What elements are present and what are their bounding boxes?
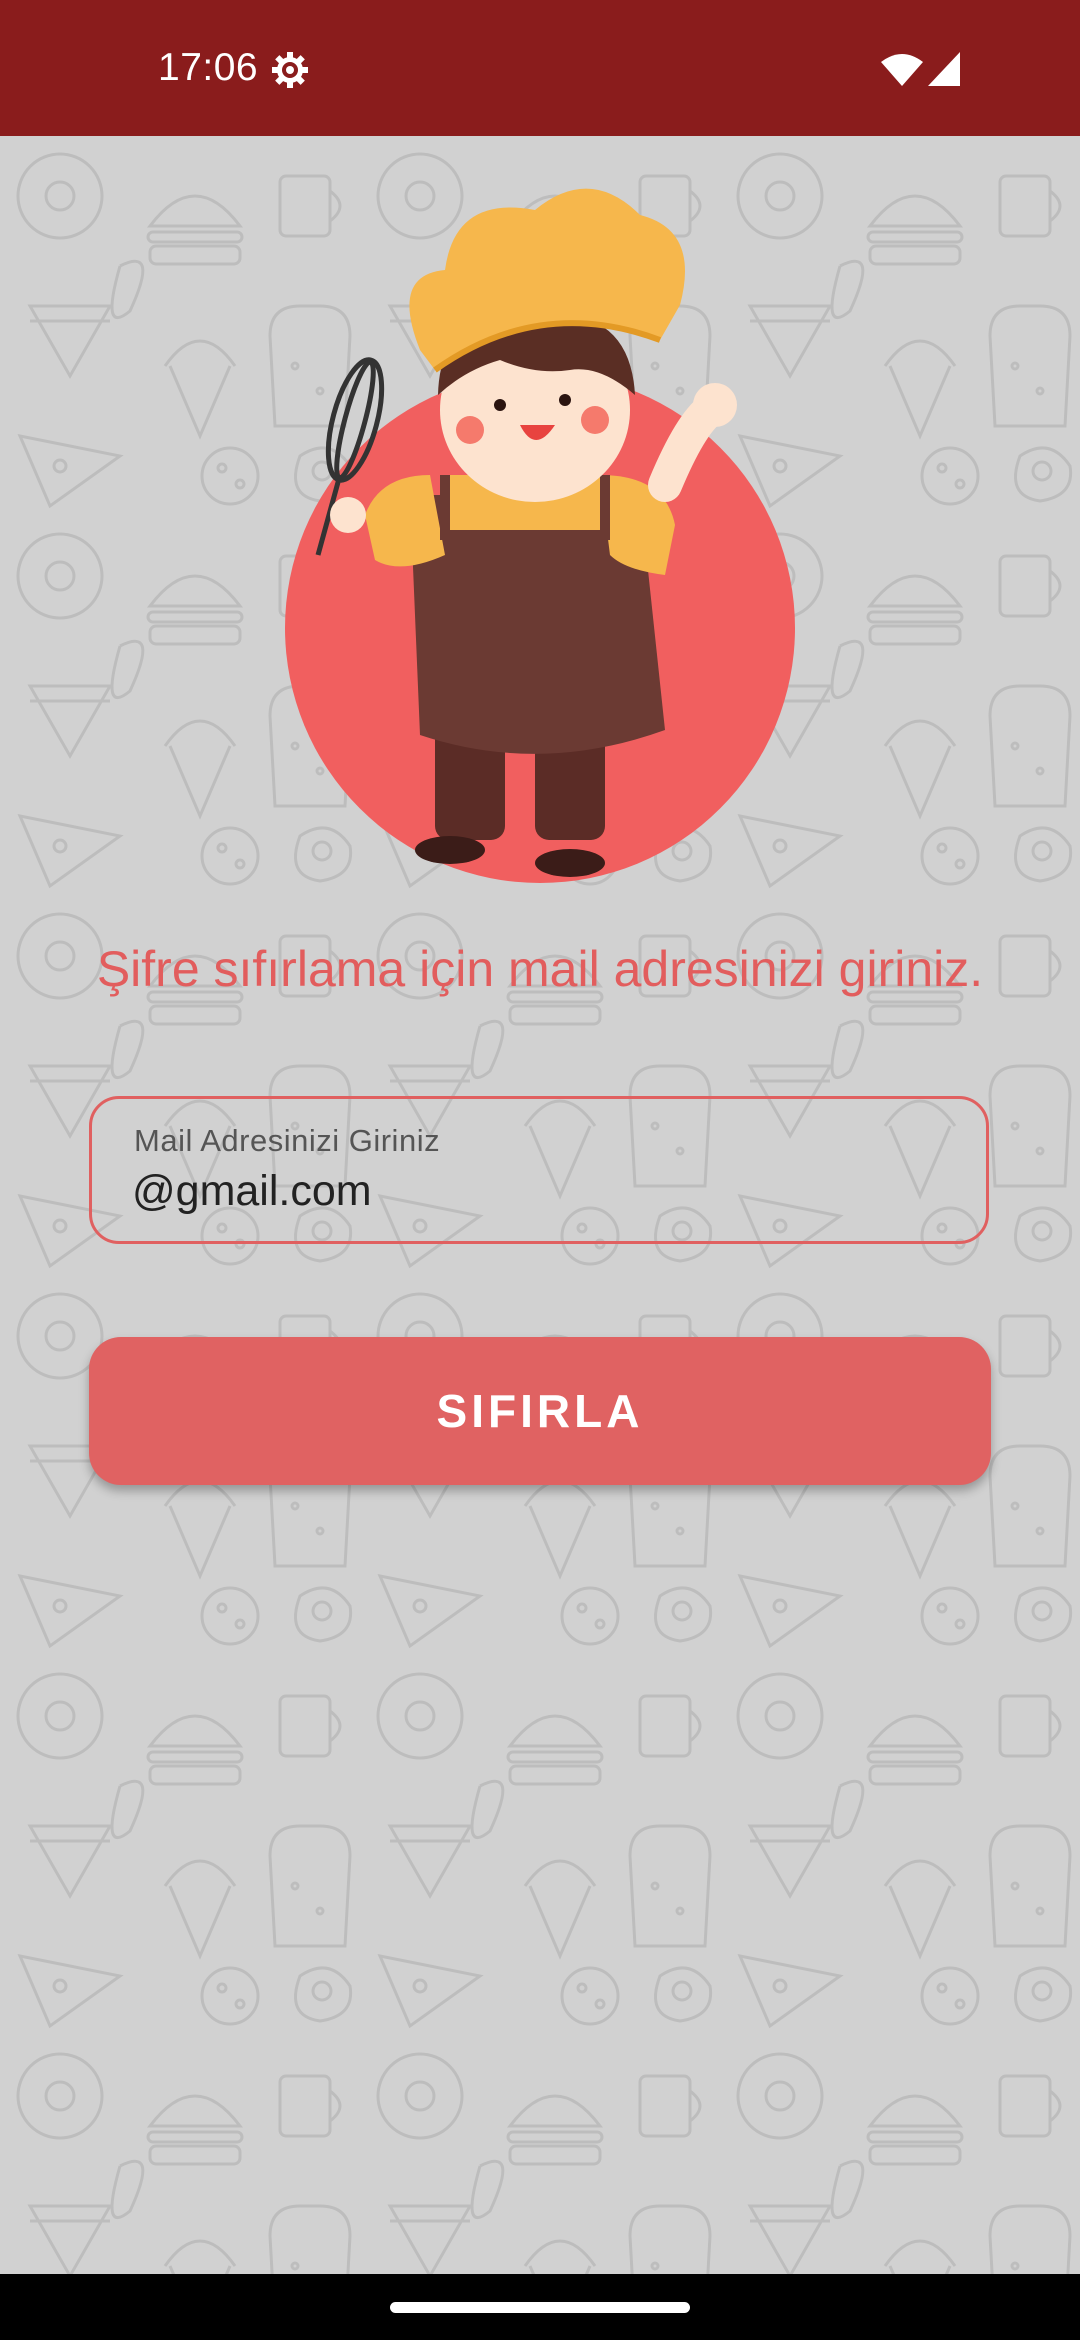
home-gesture-handle[interactable] xyxy=(390,2302,690,2313)
wifi-icon xyxy=(881,54,923,86)
reset-button[interactable]: SIFIRLA xyxy=(89,1337,991,1485)
email-field-label: Mail Adresinizi Giriniz xyxy=(134,1123,441,1158)
signal-icon xyxy=(928,52,960,86)
navigation-bar xyxy=(0,2274,1080,2340)
status-bar: 17:06 xyxy=(0,0,1080,136)
email-input[interactable] xyxy=(132,1163,932,1219)
chef-illustration xyxy=(285,188,795,883)
gear-icon xyxy=(272,52,308,88)
email-field[interactable]: Mail Adresinizi Giriniz xyxy=(89,1096,989,1244)
reset-prompt-text: Şifre sıfırlama için mail adresinizi gir… xyxy=(96,941,984,997)
status-time: 17:06 xyxy=(158,46,259,89)
